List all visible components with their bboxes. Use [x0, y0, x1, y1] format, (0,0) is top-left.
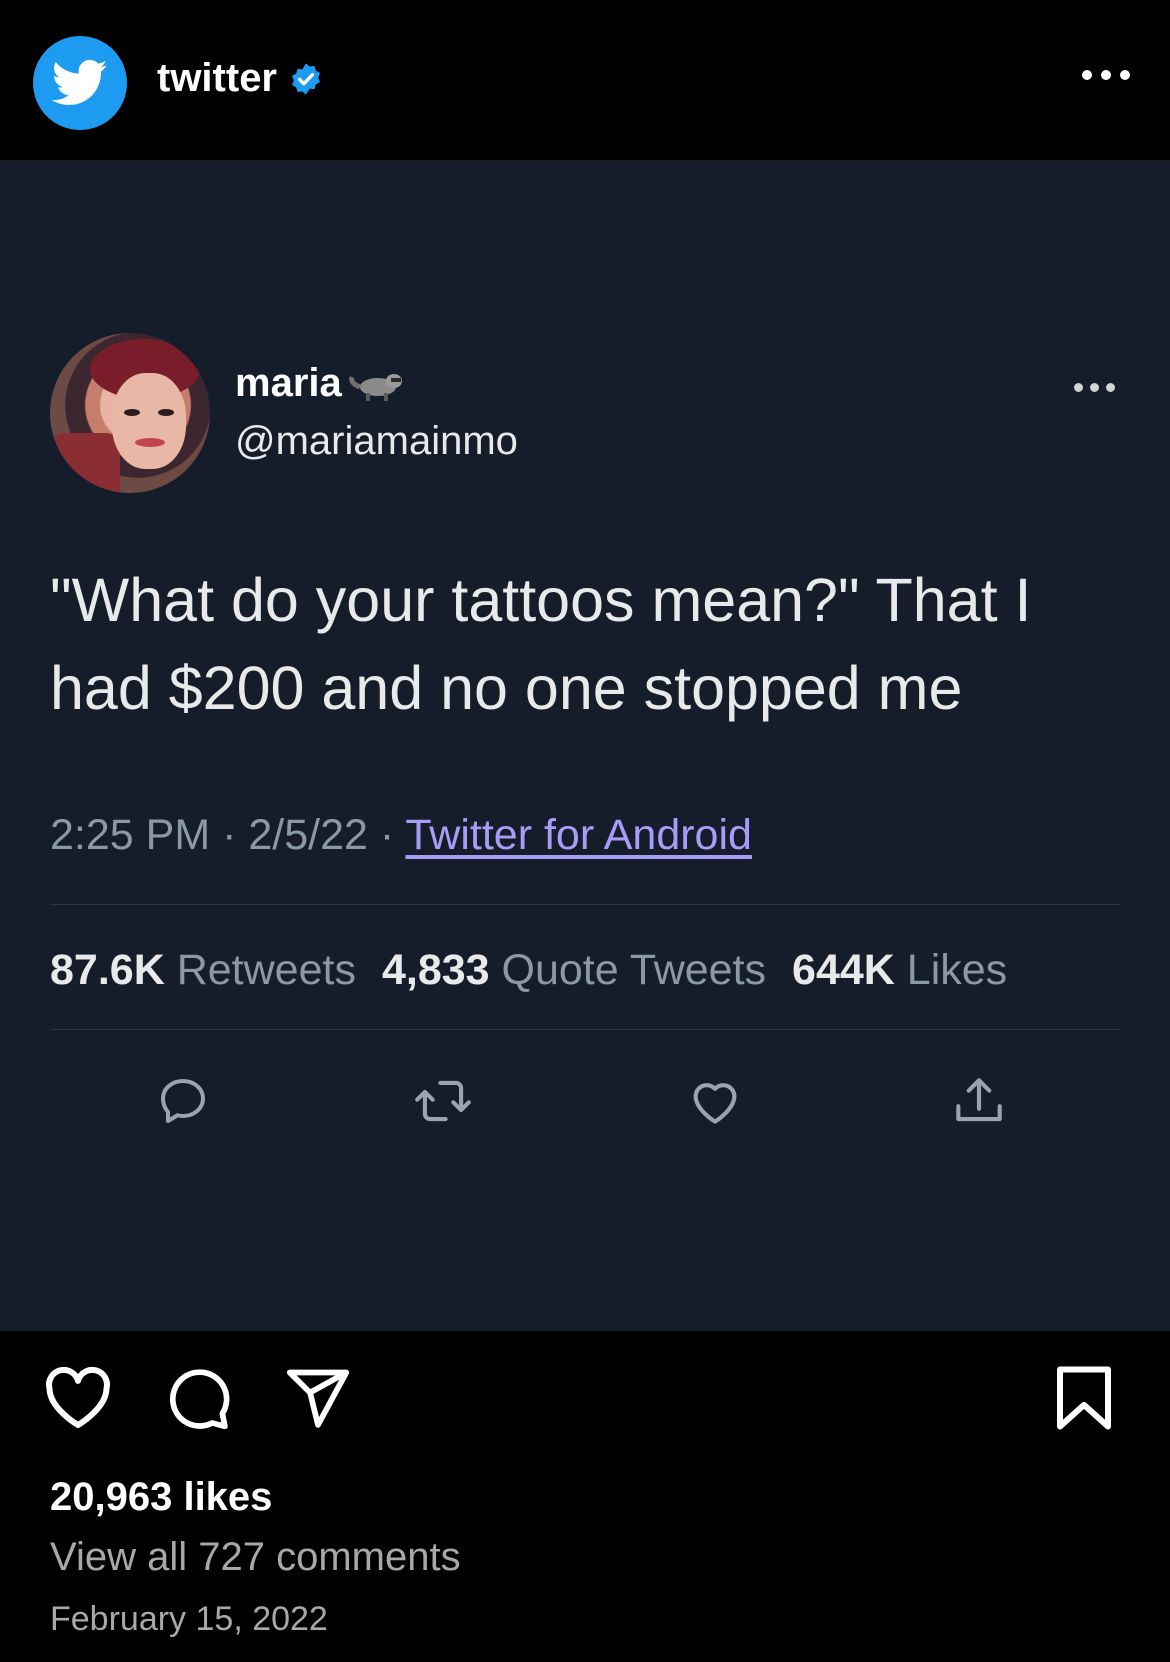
retweet-icon [408, 1066, 478, 1136]
retweets-stat: 87.6K Retweets [50, 946, 356, 994]
meta-separator: · [222, 811, 237, 859]
post-date: February 15, 2022 [50, 1600, 328, 1638]
tweet-card: maria @mariamainmo "What do your tattoos… [0, 161, 1170, 1331]
tweet-stats: 87.6K Retweets 4,833 Quote Tweets 644K L… [50, 946, 1007, 995]
divider [50, 1029, 1120, 1030]
verified-badge-icon [291, 62, 321, 95]
tweet-time: 2:25 PM [50, 811, 211, 859]
account-name[interactable]: twitter [157, 56, 277, 101]
likes-stat: 644K Likes [792, 946, 1008, 994]
tweet-text: "What do your tattoos mean?" That I had … [50, 566, 1032, 722]
raccoon-emoji-icon [348, 373, 402, 401]
like-heart-icon [680, 1066, 750, 1136]
bookmark-icon[interactable] [1046, 1360, 1122, 1436]
tweet-actions [0, 1066, 1170, 1146]
tweet-author-handle: @mariamainmo [235, 419, 518, 463]
share-send-icon[interactable] [280, 1360, 356, 1436]
tweet-date: 2/5/22 [248, 811, 368, 859]
post-header: twitter [0, 0, 1170, 161]
tweet-meta: 2:25 PM · 2/5/22 · Twitter for Android [50, 811, 752, 860]
tweet-author-avatar [50, 333, 210, 493]
tweet-author-name: maria [235, 361, 408, 406]
quote-tweets-stat: 4,833 Quote Tweets [381, 946, 767, 994]
like-heart-icon[interactable] [40, 1360, 116, 1436]
likes-count[interactable]: 20,963 likes [50, 1475, 272, 1520]
meta-separator: · [379, 811, 395, 859]
share-icon [944, 1066, 1014, 1136]
comment-icon[interactable] [160, 1360, 236, 1436]
reply-icon [148, 1066, 218, 1136]
post-footer: 20,963 likes View all 727 comments Febru… [0, 1332, 1170, 1662]
tweet-more-icon [1074, 383, 1115, 392]
divider [50, 904, 1120, 905]
tweet-source: Twitter for Android [405, 811, 752, 859]
twitter-bird-icon [52, 59, 108, 105]
view-comments-link[interactable]: View all 727 comments [50, 1535, 461, 1580]
account-avatar[interactable] [33, 36, 127, 130]
more-options-icon[interactable] [1082, 70, 1130, 80]
